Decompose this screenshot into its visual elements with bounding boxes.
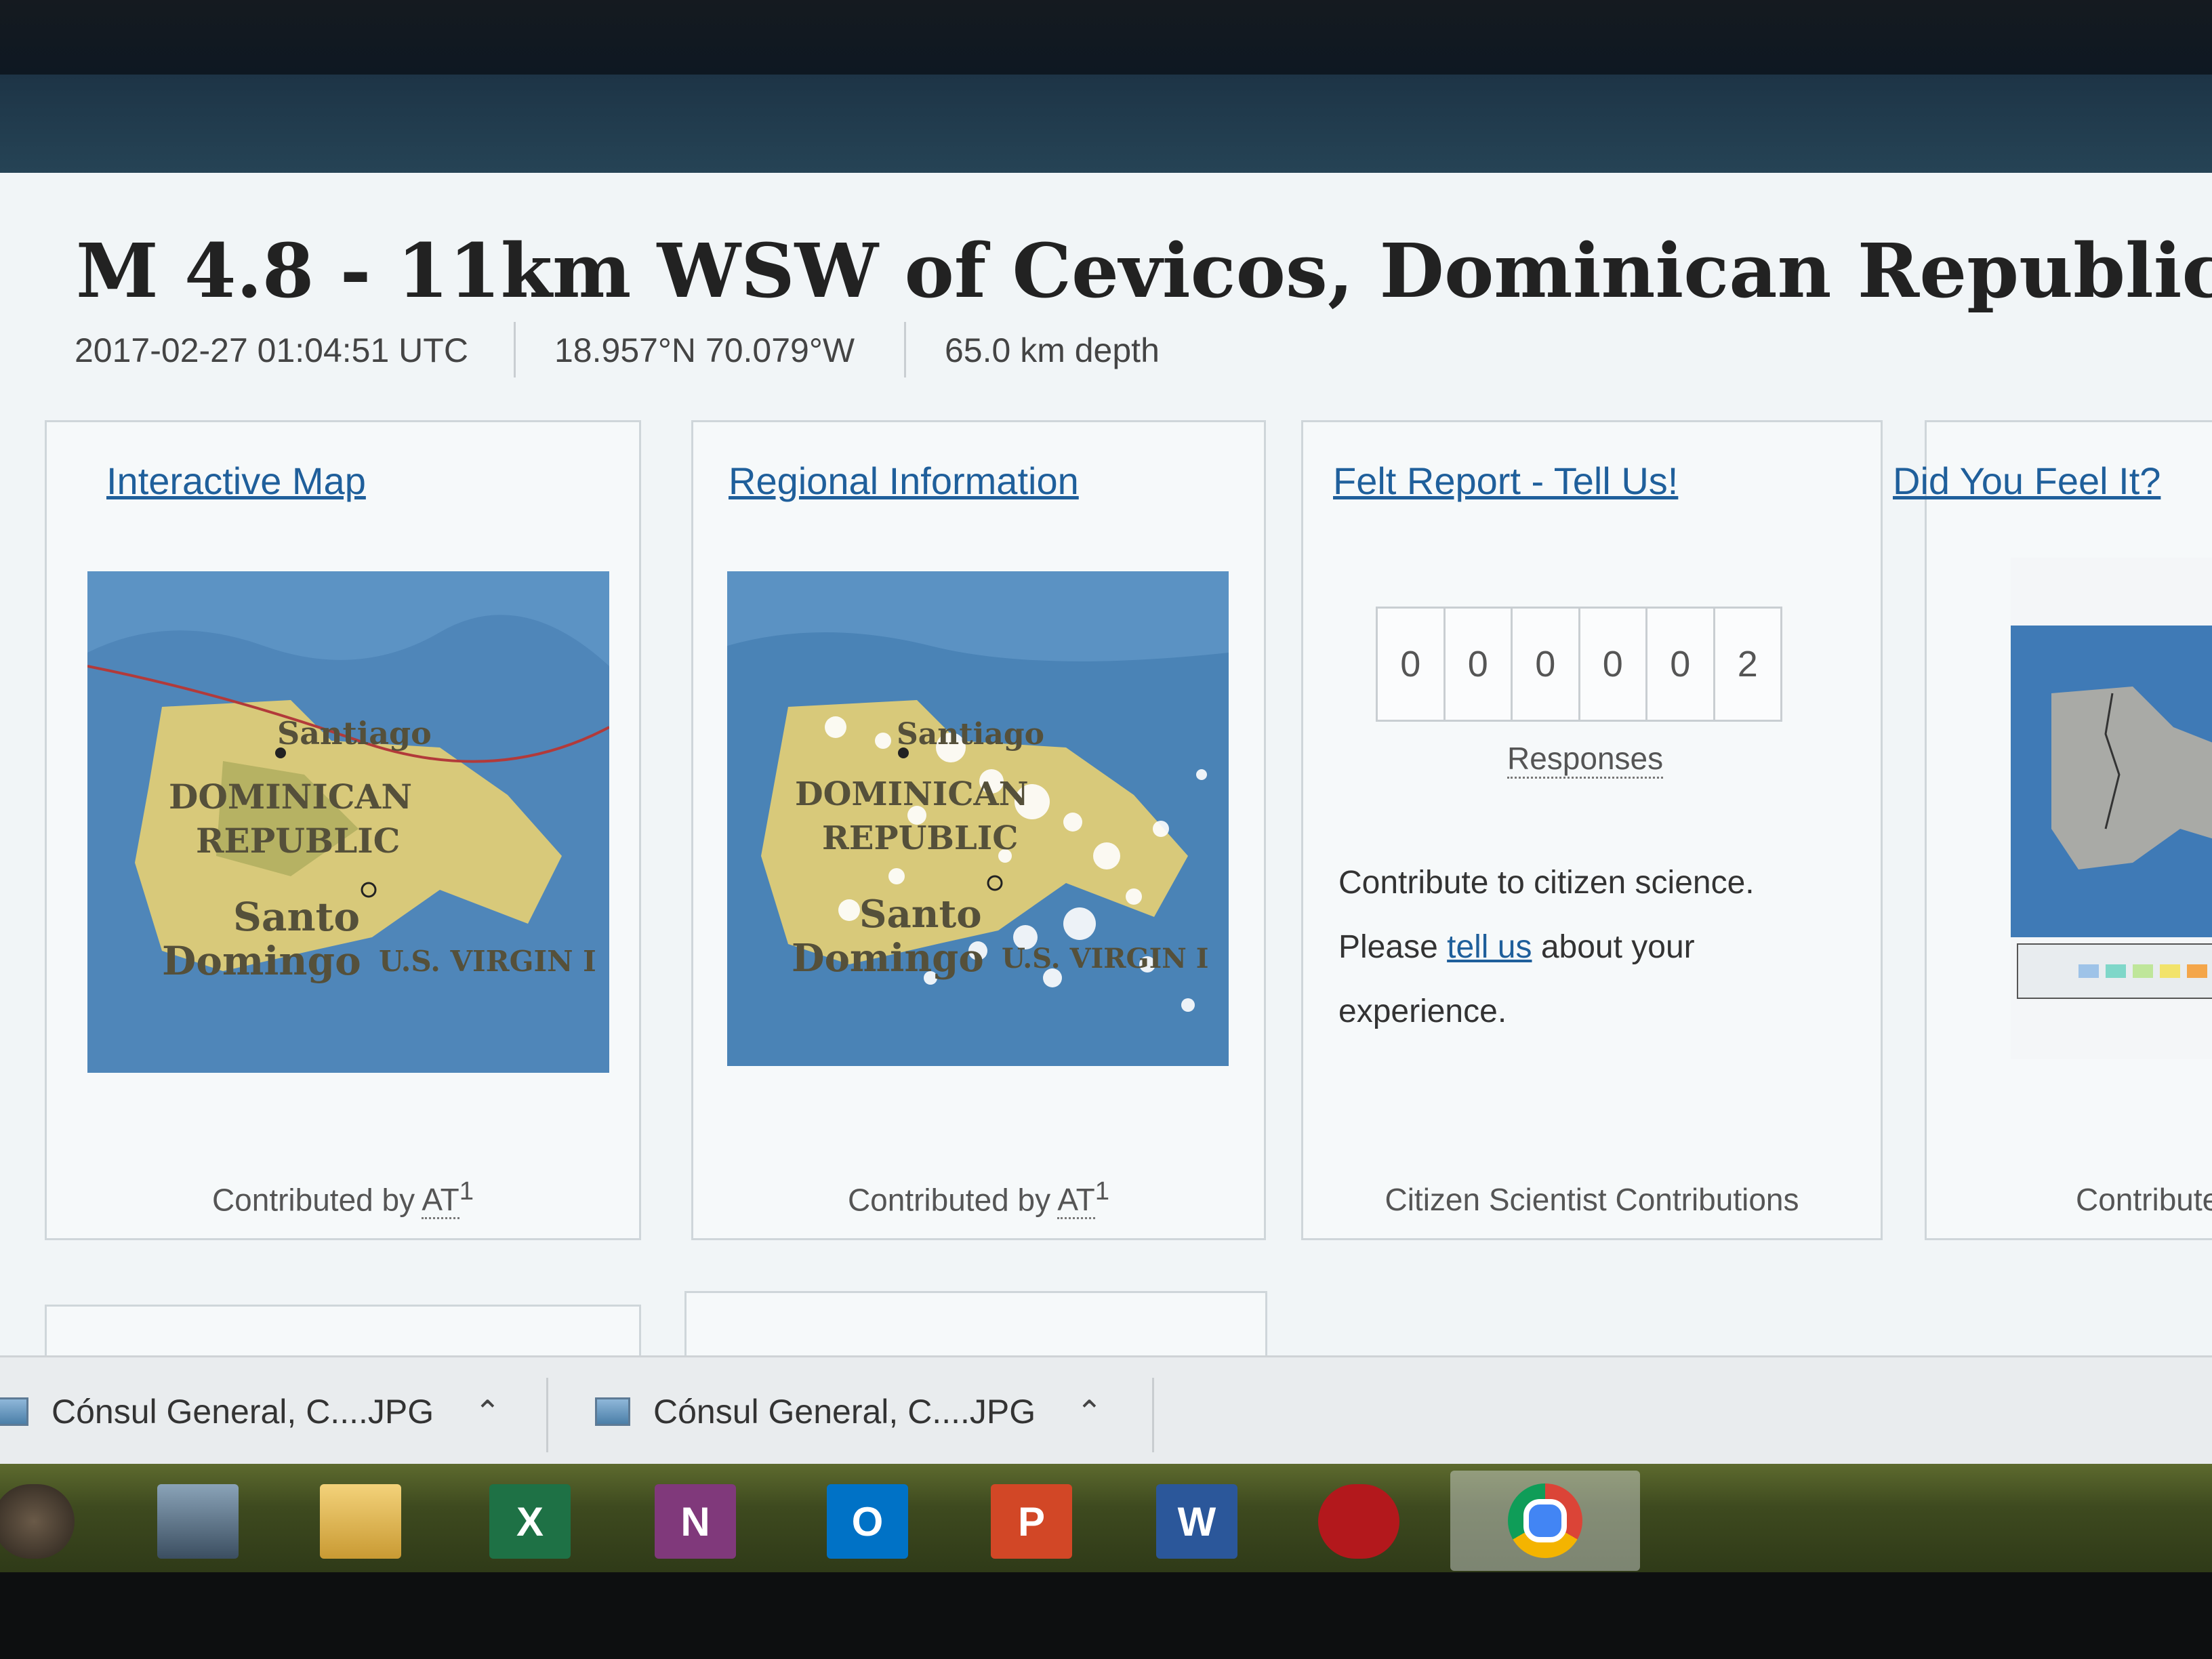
map-label-region: U.S. VIRGIN I — [1002, 943, 1209, 975]
meta-divider — [514, 322, 516, 377]
map-label-country: REPUBLIC — [822, 819, 1018, 857]
interactive-map-card: Interactive Map Santiago DOMINICAN REPUB… — [45, 420, 641, 1240]
games-icon[interactable] — [157, 1484, 239, 1559]
counter-digit: 0 — [1378, 609, 1446, 720]
regional-information-link[interactable]: Regional Information — [729, 459, 1079, 503]
event-depth: 65.0 km depth — [945, 331, 1160, 369]
map-label-santiago: Santiago — [897, 717, 1044, 752]
chevron-up-icon[interactable]: ⌃ — [474, 1393, 501, 1430]
regional-information-footer: Contributed by AT1 — [693, 1176, 1264, 1219]
powerpoint-icon[interactable]: P — [991, 1484, 1072, 1559]
map-label-domingo: Domingo — [792, 936, 984, 981]
map-label-country: DOMINICAN — [169, 777, 412, 817]
media-player-icon[interactable] — [0, 1484, 75, 1559]
tell-us-link[interactable]: tell us — [1447, 929, 1532, 965]
monitor-bezel-top — [0, 0, 2212, 75]
file-explorer-icon[interactable] — [320, 1484, 401, 1559]
excel-icon[interactable]: X — [489, 1484, 571, 1559]
chrome-icon — [1508, 1483, 1582, 1558]
counter-digit: 0 — [1647, 609, 1715, 720]
map-label-santo: Santo — [233, 894, 360, 940]
response-counter: 0 0 0 0 0 2 — [1376, 607, 1782, 722]
word-icon[interactable]: W — [1156, 1484, 1237, 1559]
map-label-santo: Santo — [859, 892, 982, 937]
dyfi-footer: Contribute — [2076, 1182, 2212, 1217]
map-label-domingo: Domingo — [162, 938, 361, 984]
download-item[interactable]: Cónsul General, C....JPG ⌃ — [0, 1357, 501, 1466]
contributor-abbr[interactable]: AT — [1057, 1182, 1095, 1219]
download-filename: Cónsul General, C....JPG — [52, 1393, 434, 1431]
dyfi-card: Did You Feel It? Contribute — [1893, 420, 2212, 1240]
security-app-icon[interactable] — [1318, 1484, 1399, 1559]
dyfi-map-image — [2011, 558, 2212, 1059]
felt-report-link[interactable]: Felt Report - Tell Us! — [1333, 459, 1678, 503]
map-label-region: U.S. VIRGIN I — [379, 945, 596, 978]
responses-label[interactable]: Responses — [1507, 740, 1664, 779]
citizen-scientist-footer: Citizen Scientist Contributions — [1385, 1182, 1799, 1217]
onenote-icon[interactable]: N — [655, 1484, 736, 1559]
map-label-santiago: Santiago — [277, 715, 432, 752]
event-coordinates: 18.957°N 70.079°W — [554, 331, 855, 369]
image-file-icon — [0, 1397, 28, 1426]
counter-digit: 2 — [1737, 644, 1758, 684]
counter-digit: 0 — [1580, 609, 1647, 720]
meta-divider — [904, 322, 906, 377]
seismicity-map-image: Santiago DOMINICAN REPUBLIC Santo Doming… — [727, 571, 1229, 1066]
regional-map-thumbnail[interactable]: Santiago DOMINICAN REPUBLIC Santo Doming… — [727, 571, 1229, 1066]
felt-description-line3: experience. — [1338, 994, 1507, 1029]
map-label-country: DOMINICAN — [795, 775, 1029, 813]
download-divider — [546, 1378, 548, 1452]
felt-report-card: Felt Report - Tell Us! Citizen Scientist… — [1301, 420, 1883, 1240]
counter-digit: 0 — [1513, 609, 1580, 720]
map-label-country: REPUBLIC — [196, 821, 400, 861]
browser-chrome — [0, 75, 2212, 176]
contributor-abbr[interactable]: AT — [422, 1182, 459, 1219]
interactive-map-footer: Contributed by AT1 — [47, 1176, 639, 1219]
download-filename: Cónsul General, C....JPG — [653, 1393, 1036, 1431]
interactive-map-link[interactable]: Interactive Map — [106, 459, 366, 503]
image-file-icon — [595, 1397, 630, 1426]
felt-description-line2: Please tell us about your — [1338, 929, 1695, 965]
page-title: M 4.8 - 11km WSW of Cevicos, Dominican R… — [76, 227, 2212, 314]
download-divider — [1152, 1378, 1154, 1452]
download-shelf: Cónsul General, C....JPG ⌃ Cónsul Genera… — [0, 1355, 2212, 1466]
interactive-map-thumbnail[interactable]: Santiago DOMINICAN REPUBLIC Santo Doming… — [87, 571, 609, 1073]
regional-information-card: Regional Information Santiago DOMINICAN … — [691, 420, 1266, 1240]
dyfi-link[interactable]: Did You Feel It? — [1893, 459, 2160, 503]
monitor-bezel-bottom — [0, 1572, 2212, 1659]
counter-digit: 0 — [1446, 609, 1513, 720]
dyfi-map-thumbnail[interactable] — [2011, 558, 2212, 1059]
chrome-taskbar-button[interactable] — [1450, 1471, 1640, 1571]
download-item[interactable]: Cónsul General, C....JPG ⌃ — [595, 1357, 1103, 1466]
map-image: Santiago DOMINICAN REPUBLIC Santo Doming… — [87, 571, 609, 1073]
outlook-icon[interactable]: O — [827, 1484, 908, 1559]
felt-description-line1: Contribute to citizen science. — [1338, 865, 1755, 901]
event-time: 2017-02-27 01:04:51 UTC — [75, 331, 468, 369]
chevron-up-icon[interactable]: ⌃ — [1076, 1393, 1103, 1430]
